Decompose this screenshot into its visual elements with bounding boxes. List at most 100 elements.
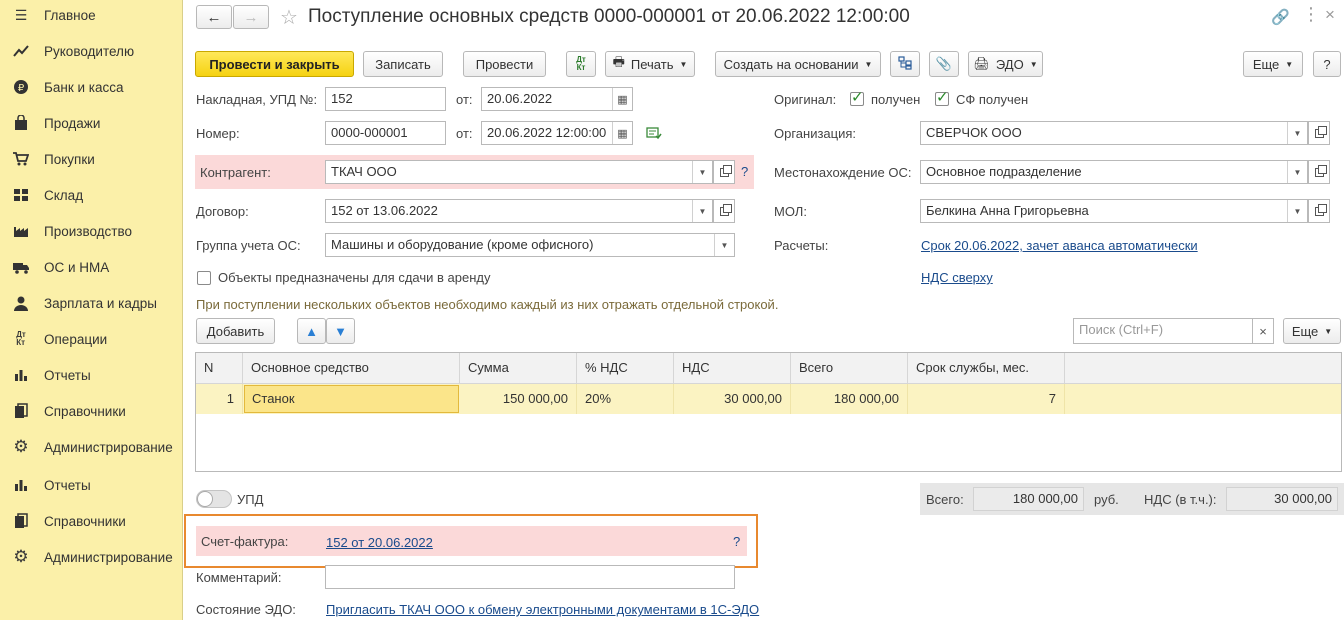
create-based-on-button[interactable]: Создать на основании ▼ xyxy=(715,51,881,77)
comment-input[interactable] xyxy=(325,565,735,589)
chevron-down-icon[interactable]: ▼ xyxy=(692,161,712,183)
print-button[interactable]: 🖶 Печать ▼ xyxy=(605,51,695,77)
location-input[interactable]: Основное подразделение ▼ xyxy=(920,160,1308,184)
sidebar-item-admin[interactable]: ⚙ Администрирование xyxy=(0,432,183,462)
sidebar-item-operations[interactable]: Дт Кт Операции xyxy=(0,324,183,354)
open-icon xyxy=(719,164,732,177)
more-vertical-icon[interactable]: ⋮ xyxy=(1302,4,1320,25)
invoice-fact-help[interactable]: ? xyxy=(733,534,740,549)
chevron-down-icon[interactable]: ▼ xyxy=(1287,161,1307,183)
table-search-input[interactable]: Поиск (Ctrl+F) xyxy=(1073,318,1253,344)
cell-asset[interactable]: Станок xyxy=(244,385,459,413)
cell-sum[interactable]: 150 000,00 xyxy=(460,384,577,414)
chevron-down-icon[interactable]: ▼ xyxy=(692,200,712,222)
post-and-close-button[interactable]: Провести и закрыть xyxy=(195,51,354,77)
back-button[interactable]: ← xyxy=(196,5,232,29)
attach-button[interactable]: 📎 xyxy=(929,51,959,77)
sidebar-item-fixed-assets[interactable]: ОС и НМА xyxy=(0,252,183,282)
counterparty-help[interactable]: ? xyxy=(741,164,748,179)
sf-received-checkbox[interactable]: ✓ xyxy=(935,89,949,106)
sidebar-item-reports[interactable]: Отчеты xyxy=(0,360,183,390)
mol-input[interactable]: Белкина Анна Григорьевна ▼ xyxy=(920,199,1308,223)
edo-invite-link[interactable]: Пригласить ТКАЧ ООО к обмену электронным… xyxy=(326,602,759,617)
structure-button[interactable] xyxy=(890,51,920,77)
sidebar-item-sales[interactable]: Продажи xyxy=(0,108,183,138)
contract-value: 152 от 13.06.2022 xyxy=(331,203,438,218)
forward-button[interactable]: → xyxy=(233,5,269,29)
edo-button[interactable]: 🖨 ЭДО ▼ xyxy=(968,51,1043,77)
column-header-total[interactable]: Всего xyxy=(791,353,908,383)
factory-icon xyxy=(12,222,30,240)
sidebar-item-director[interactable]: Руководителю xyxy=(0,36,183,66)
open-location-button[interactable] xyxy=(1308,160,1330,184)
move-down-button[interactable]: ▼ xyxy=(326,318,355,344)
rent-checkbox[interactable] xyxy=(197,271,211,285)
calendar-icon[interactable]: ▦ xyxy=(612,122,632,144)
sidebar-item-bank[interactable]: ₽ Банк и касса xyxy=(0,72,183,102)
column-header-sum[interactable]: Сумма xyxy=(460,353,577,383)
column-header-n[interactable]: N xyxy=(196,353,243,383)
column-header-vat-rate[interactable]: % НДС xyxy=(577,353,674,383)
more-button[interactable]: Еще ▼ xyxy=(1243,51,1303,77)
open-contract-button[interactable] xyxy=(713,199,735,223)
asset-group-select[interactable]: Машины и оборудование (кроме офисного) ▼ xyxy=(325,233,735,257)
cell-total[interactable]: 180 000,00 xyxy=(791,384,908,414)
trend-icon xyxy=(12,42,30,60)
number-input[interactable]: 0000-000001 xyxy=(325,121,446,145)
sidebar-item-admin-2[interactable]: ⚙ Администрирование xyxy=(0,542,183,572)
sidebar-item-reports-2[interactable]: Отчеты xyxy=(0,470,183,500)
sidebar-item-salary[interactable]: Зарплата и кадры xyxy=(0,288,183,318)
column-header-empty xyxy=(1065,353,1341,383)
sidebar-item-directories-2[interactable]: Справочники xyxy=(0,506,183,536)
counterparty-input[interactable]: ТКАЧ ООО ▼ xyxy=(325,160,713,184)
column-header-asset[interactable]: Основное средство xyxy=(243,353,460,383)
chevron-down-icon[interactable]: ▼ xyxy=(714,234,734,256)
cell-lifetime[interactable]: 7 xyxy=(908,384,1065,414)
sidebar-item-warehouse[interactable]: Склад xyxy=(0,180,183,210)
sidebar-item-label: Продажи xyxy=(44,115,101,131)
link-icon[interactable]: 🔗 xyxy=(1271,8,1290,26)
dt-kt-button[interactable]: Дт Кт xyxy=(566,51,596,77)
sidebar-item-purchases[interactable]: Покупки xyxy=(0,144,183,174)
received-checkbox[interactable]: ✓ xyxy=(850,89,864,106)
cell-n[interactable]: 1 xyxy=(196,384,243,414)
column-header-lifetime[interactable]: Срок службы, мес. xyxy=(908,353,1065,383)
save-button[interactable]: Записать xyxy=(363,51,443,77)
column-header-vat[interactable]: НДС xyxy=(674,353,791,383)
sidebar-item-production[interactable]: Производство xyxy=(0,216,183,246)
chevron-down-icon[interactable]: ▼ xyxy=(1287,200,1307,222)
organization-input[interactable]: СВЕРЧОК ООО ▼ xyxy=(920,121,1308,145)
contract-input[interactable]: 152 от 13.06.2022 ▼ xyxy=(325,199,713,223)
form-status-icon[interactable] xyxy=(646,126,662,143)
invoice-date-input[interactable]: 20.06.2022 ▦ xyxy=(481,87,633,111)
organization-value: СВЕРЧОК ООО xyxy=(926,125,1022,140)
cell-vat-rate[interactable]: 20% xyxy=(577,384,674,414)
sidebar: ☰ Главное Руководителю ₽ Банк и касса Прод… xyxy=(0,0,183,620)
sidebar-item-directories[interactable]: Справочники xyxy=(0,396,183,426)
open-icon xyxy=(719,203,732,216)
open-counterparty-button[interactable] xyxy=(713,160,735,184)
cell-vat[interactable]: 30 000,00 xyxy=(674,384,791,414)
chevron-down-icon[interactable]: ▼ xyxy=(1287,122,1307,144)
upd-toggle[interactable] xyxy=(196,490,232,508)
sidebar-item-label: Главное xyxy=(44,7,96,23)
favorite-star-icon[interactable]: ☆ xyxy=(280,5,298,30)
payments-link[interactable]: Срок 20.06.2022, зачет аванса автоматиче… xyxy=(921,238,1198,253)
vat-on-top-link[interactable]: НДС сверху xyxy=(921,270,993,285)
asset-group-label: Группа учета ОС: xyxy=(196,238,301,253)
clear-search-button[interactable]: × xyxy=(1252,318,1274,344)
open-mol-button[interactable] xyxy=(1308,199,1330,223)
table-more-button[interactable]: Еще ▼ xyxy=(1283,318,1341,344)
invoice-number-input[interactable]: 152 xyxy=(325,87,446,111)
help-button[interactable]: ? xyxy=(1313,51,1341,77)
number-date-input[interactable]: 20.06.2022 12:00:00 ▦ xyxy=(481,121,633,145)
move-up-button[interactable]: ▲ xyxy=(297,318,326,344)
invoice-fact-link[interactable]: 152 от 20.06.2022 xyxy=(326,535,433,550)
post-button[interactable]: Провести xyxy=(463,51,546,77)
open-organization-button[interactable] xyxy=(1308,121,1330,145)
add-button[interactable]: Добавить xyxy=(196,318,275,344)
sidebar-item-main[interactable]: ☰ Главное xyxy=(0,0,183,30)
sidebar-item-label: ОС и НМА xyxy=(44,259,110,275)
calendar-icon[interactable]: ▦ xyxy=(612,88,632,110)
close-icon[interactable]: × xyxy=(1325,5,1335,25)
